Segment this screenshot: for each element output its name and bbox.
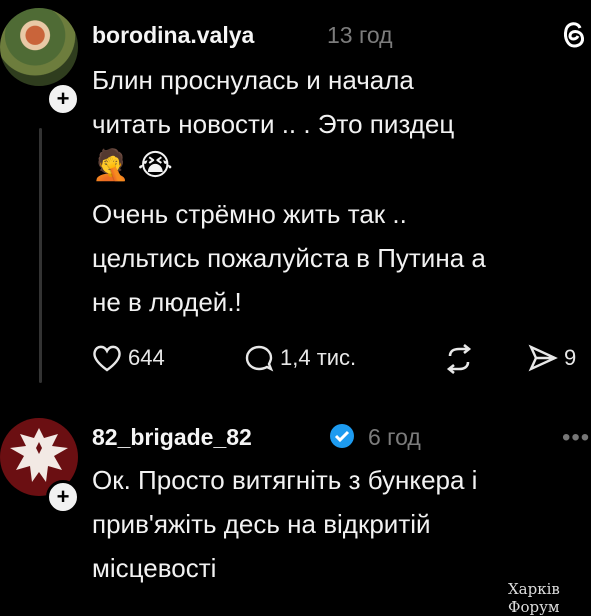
- comment-count: 1,4 тис.: [280, 345, 357, 370]
- username[interactable]: borodina.valya: [92, 22, 254, 49]
- post-text: Ок. Просто витягніть з бункера і прив'яж…: [92, 465, 478, 583]
- post-text-2: Очень стрёмно жить так .. цельтись пожал…: [92, 199, 486, 317]
- watermark: Харків Форум: [508, 580, 560, 616]
- share-button[interactable]: 9: [528, 344, 576, 372]
- comment-icon: [245, 345, 274, 372]
- like-count: 644: [128, 345, 165, 370]
- more-icon[interactable]: •••: [562, 424, 590, 452]
- share-icon: [528, 344, 558, 372]
- verified-icon: [330, 424, 354, 448]
- threads-logo-icon[interactable]: [560, 18, 588, 52]
- like-button[interactable]: 644: [92, 344, 165, 372]
- comment-button[interactable]: 1,4 тис.: [244, 344, 356, 372]
- emoji-row: 🤦 😭: [92, 149, 173, 182]
- post-time: 13 год: [327, 22, 393, 48]
- share-count: 9: [564, 345, 577, 370]
- thread-line: [39, 128, 42, 383]
- heart-icon: [93, 345, 121, 372]
- username[interactable]: 82_brigade_82: [92, 424, 252, 451]
- repost-icon[interactable]: [442, 344, 476, 374]
- plus-icon[interactable]: +: [46, 480, 80, 514]
- post-time: 6 год: [368, 424, 421, 450]
- plus-icon[interactable]: +: [46, 82, 80, 116]
- avatar[interactable]: [0, 8, 78, 86]
- post-text: Блин проснулась и начала читать новости …: [92, 65, 455, 139]
